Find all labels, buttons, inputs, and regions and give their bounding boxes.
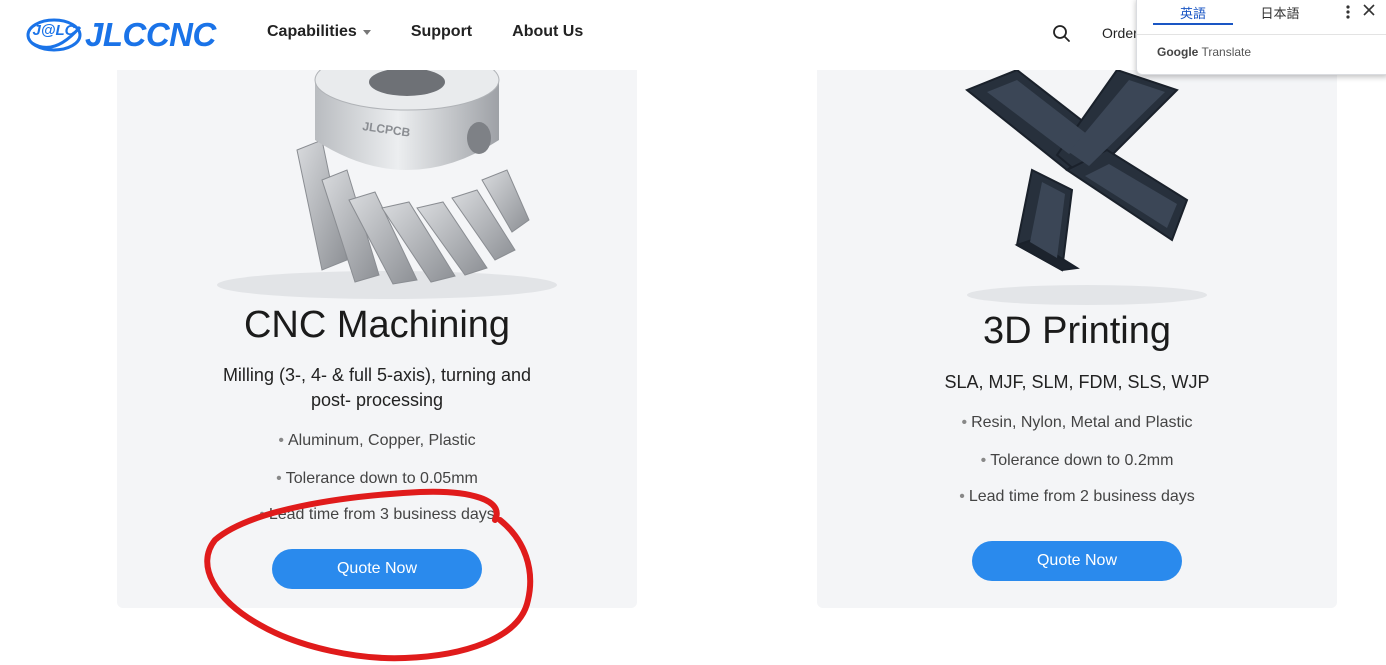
bullet-icon: • — [278, 432, 284, 449]
feature-item: • Lead time from 3 business days — [117, 506, 637, 524]
logo-badge-icon: J@LC — [26, 18, 82, 52]
card-title: CNC Machining — [243, 304, 511, 346]
card-subtitle: Milling (3-, 4- & full 5-axis), turning … — [117, 363, 637, 413]
card-3d-printing: 3D Printing SLA, MJF, SLM, FDM, SLS, WJP… — [817, 70, 1337, 608]
search-icon[interactable] — [1052, 24, 1072, 44]
card-cnc-machining: JLCPCB CNC Machining Milling (3-, 4- & f… — [117, 70, 637, 608]
translate-tab-japanese[interactable]: 日本語 — [1240, 3, 1320, 22]
quote-now-button[interactable]: Quote Now — [972, 541, 1182, 581]
nav-about-us[interactable]: About Us — [512, 23, 583, 41]
active-tab-indicator — [1153, 23, 1233, 25]
logo[interactable]: J@LC JLCCNC — [26, 13, 216, 55]
feature-text: Lead time from 2 business days — [968, 488, 1195, 505]
card-title: 3D Printing — [983, 310, 1171, 352]
translate-divider — [1137, 34, 1386, 35]
feature-text: Aluminum, Copper, Plastic — [287, 432, 476, 449]
subtitle-line: Milling (3-, 4- & full 5-axis), turning … — [222, 365, 532, 385]
bullet-icon: • — [961, 414, 968, 431]
caret-down-icon — [362, 29, 371, 35]
close-icon[interactable] — [1362, 3, 1376, 17]
feature-item: • Tolerance down to 0.2mm — [817, 452, 1337, 470]
feature-item: • Lead time from 2 business days — [817, 488, 1337, 506]
3d-printed-part-image — [965, 70, 1207, 305]
google-wordmark: Google — [1157, 45, 1199, 59]
translate-tabs: 英語 日本語 — [1137, 0, 1327, 27]
logo-badge-text: J@LC — [33, 22, 77, 39]
google-translate-brand: Google Translate — [1157, 45, 1251, 59]
feature-item: • Aluminum, Copper, Plastic — [117, 432, 637, 450]
bullet-icon: • — [980, 452, 987, 469]
card-subtitle: SLA, MJF, SLM, FDM, SLS, WJP — [817, 370, 1337, 395]
bullet-icon: • — [959, 488, 965, 505]
feature-text: Tolerance down to 0.2mm — [990, 452, 1174, 469]
subtitle-line: SLA, MJF, SLM, FDM, SLS, WJP — [944, 372, 1210, 392]
cnc-gear-image: JLCPCB — [217, 70, 557, 299]
feature-text: Lead time from 3 business days — [268, 506, 495, 523]
feature-text: Resin, Nylon, Metal and Plastic — [971, 414, 1193, 431]
feature-text: Tolerance down to 0.05mm — [285, 470, 478, 487]
main-nav: Capabilities Support About Us — [267, 23, 583, 41]
translate-tab-english[interactable]: 英語 — [1153, 3, 1233, 22]
brand-name: JLCCNC — [85, 15, 216, 53]
nav-capabilities-label: Capabilities — [267, 23, 357, 40]
translate-wordmark: Translate — [1201, 45, 1252, 59]
feature-item: • Tolerance down to 0.05mm — [117, 470, 637, 488]
nav-about-label: About Us — [512, 23, 584, 40]
feature-item: • Resin, Nylon, Metal and Plastic — [817, 414, 1337, 432]
quote-now-button[interactable]: Quote Now — [272, 549, 482, 589]
nav-capabilities[interactable]: Capabilities — [267, 23, 371, 41]
nav-support[interactable]: Support — [411, 23, 472, 41]
bullet-icon: • — [276, 470, 282, 487]
google-translate-popup: 英語 日本語 Google Translate — [1136, 0, 1386, 75]
more-vert-icon[interactable] — [1342, 3, 1354, 21]
bullet-icon: • — [259, 506, 265, 523]
subtitle-line: post- processing — [310, 390, 444, 410]
nav-support-label: Support — [410, 23, 473, 40]
